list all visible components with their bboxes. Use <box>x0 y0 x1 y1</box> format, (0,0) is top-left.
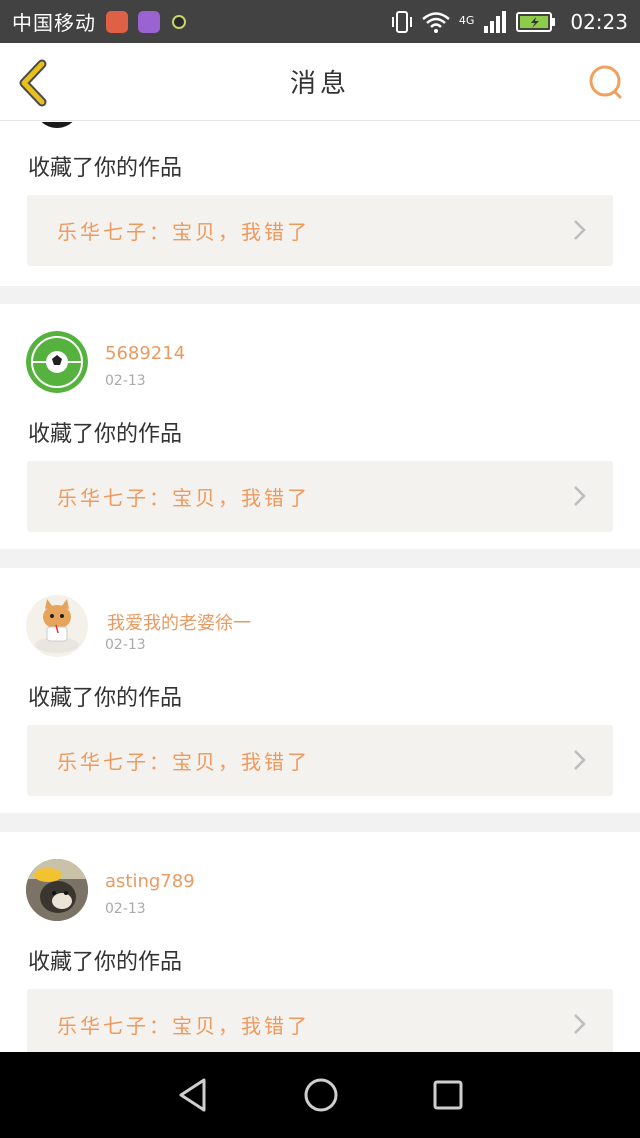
message-card: asting789 02-13 收藏了你的作品 乐华七子：宝贝，我错了 <box>0 832 640 1052</box>
work-link[interactable]: 乐华七子：宝贝，我错了 <box>27 195 613 266</box>
vibrate-icon <box>391 10 412 33</box>
gallery-app-icon <box>138 10 160 33</box>
network-type: 4G <box>458 13 475 27</box>
message-date: 02-13 <box>105 901 146 917</box>
battery-icon <box>516 11 556 32</box>
mail-app-icon <box>106 10 128 33</box>
header-bar: 消息 <box>0 43 640 121</box>
message-feed[interactable]: 收藏了你的作品 乐华七子：宝贝，我错了 5689214 02-13 收藏了你的作… <box>0 122 640 1052</box>
message-action: 收藏了你的作品 <box>28 422 183 447</box>
notification-dot-icon <box>172 14 186 29</box>
status-bar: 中国移动 4G 02:23 <box>0 0 640 43</box>
system-nav-bar <box>0 1052 640 1138</box>
wifi-icon <box>422 11 450 33</box>
message-action: 收藏了你的作品 <box>28 950 183 975</box>
recents-square-icon[interactable] <box>432 1079 464 1111</box>
username[interactable]: 5689214 <box>105 343 185 364</box>
avatar[interactable] <box>26 859 88 921</box>
work-title: 乐华七子：宝贝，我错了 <box>57 1014 310 1038</box>
chevron-right-icon <box>574 1014 586 1034</box>
home-circle-icon[interactable] <box>303 1077 339 1113</box>
dog-photo-avatar <box>26 859 88 921</box>
message-card: 收藏了你的作品 乐华七子：宝贝，我错了 <box>0 122 640 286</box>
soccer-ball-avatar <box>26 331 88 393</box>
carrier-name: 中国移动 <box>12 11 96 35</box>
cat-drinking-avatar <box>35 599 79 653</box>
avatar[interactable] <box>26 595 88 657</box>
message-date: 02-13 <box>105 637 146 653</box>
back-triangle-icon[interactable] <box>176 1077 210 1113</box>
work-link[interactable]: 乐华七子：宝贝，我错了 <box>27 461 613 532</box>
username[interactable]: asting789 <box>105 871 195 892</box>
back-button[interactable] <box>14 59 54 107</box>
signal-icon <box>484 10 507 33</box>
work-title: 乐华七子：宝贝，我错了 <box>57 486 310 510</box>
page-title: 消息 <box>289 69 350 99</box>
work-link[interactable]: 乐华七子：宝贝，我错了 <box>27 989 613 1052</box>
work-link[interactable]: 乐华七子：宝贝，我错了 <box>27 725 613 796</box>
message-date: 02-13 <box>105 373 146 389</box>
chevron-right-icon <box>574 750 586 770</box>
chevron-right-icon <box>574 220 586 240</box>
message-action: 收藏了你的作品 <box>28 686 183 711</box>
chevron-right-icon <box>574 486 586 506</box>
message-card: 5689214 02-13 收藏了你的作品 乐华七子：宝贝，我错了 <box>0 304 640 549</box>
message-action: 收藏了你的作品 <box>28 156 183 181</box>
avatar[interactable] <box>26 331 88 393</box>
username[interactable]: 我爱我的老婆徐一 <box>107 609 251 635</box>
search-button[interactable] <box>586 63 624 101</box>
work-title: 乐华七子：宝贝，我错了 <box>57 750 310 774</box>
avatar[interactable] <box>34 122 80 128</box>
work-title: 乐华七子：宝贝，我错了 <box>57 220 310 244</box>
status-time: 02:23 <box>570 9 628 34</box>
message-card: 我爱我的老婆徐一 02-13 收藏了你的作品 乐华七子：宝贝，我错了 <box>0 568 640 813</box>
